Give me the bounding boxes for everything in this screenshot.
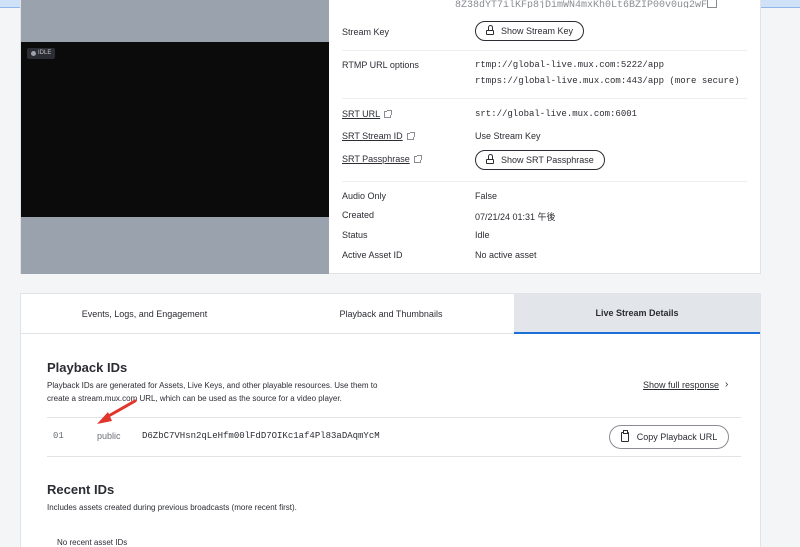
status-value: Idle [475, 230, 490, 240]
playback-ids-title: Playback IDs [47, 360, 128, 375]
lock-icon [486, 25, 494, 35]
video-screen[interactable]: IDLE [21, 42, 329, 217]
recent-ids-title: Recent IDs [47, 482, 115, 497]
rtmp-url: rtmp://global-live.mux.com:5222/app [475, 60, 665, 70]
playback-id-value: D6ZbC7VHsn2qLeHfm00lFdD7OIKc1af4Pl83aDAq… [142, 431, 380, 441]
srt-stream-id-link[interactable]: SRT Stream ID [342, 131, 415, 141]
show-srt-passphrase-button[interactable]: Show SRT Passphrase [475, 150, 605, 170]
show-full-response-link[interactable]: Show full response [643, 380, 719, 390]
playback-ids-description-1: Playback IDs are generated for Assets, L… [47, 381, 378, 390]
video-player[interactable]: IDLE [21, 0, 329, 274]
divider [342, 181, 747, 182]
srt-passphrase-link[interactable]: SRT Passphrase [342, 154, 422, 164]
external-link-icon [413, 155, 422, 163]
recent-ids-description: Includes assets created during previous … [47, 503, 297, 512]
chevron-right-icon: › [725, 379, 729, 390]
show-stream-key-button[interactable]: Show Stream Key [475, 21, 585, 41]
divider [342, 98, 747, 99]
created-value: 07/21/24 01:31 午後 [475, 212, 556, 222]
tab-playback-thumbnails[interactable]: Playback and Thumbnails [268, 294, 514, 334]
lock-icon [486, 154, 494, 164]
tab-bar: Events, Logs, and Engagement Playback an… [21, 294, 760, 334]
table-row: 01 public D6ZbC7VHsn2qLeHfm00lFdD7OIKc1a… [47, 417, 741, 457]
external-link-icon [384, 110, 393, 118]
tab-events-logs[interactable]: Events, Logs, and Engagement [21, 294, 268, 334]
status-dot-icon [31, 51, 36, 56]
details-tabs-card: Events, Logs, and Engagement Playback an… [20, 293, 761, 547]
active-asset-value: No active asset [475, 250, 537, 260]
no-recent-ids-text: No recent asset IDs [57, 538, 128, 547]
active-asset-label: Active Asset ID [342, 250, 403, 260]
playback-id-policy: public [97, 431, 121, 441]
clipboard-icon [620, 430, 629, 442]
status-label: Status [342, 230, 368, 240]
playback-ids-description-2: create a stream.mux.com URL, which can b… [47, 394, 342, 403]
status-badge: IDLE [27, 48, 56, 59]
rtmps-url: rtmps://global-live.mux.com:443/app (mor… [475, 76, 740, 86]
srt-url-link[interactable]: SRT URL [342, 109, 393, 119]
live-stream-card: IDLE 8Z38dYT7ilKFp8jDimWN4mxKh0Lt6BZIP00… [20, 0, 761, 274]
audio-only-value: False [475, 191, 498, 201]
rtmp-label: RTMP URL options [342, 60, 419, 70]
stream-key-label: Stream Key [342, 27, 390, 37]
external-link-icon [406, 132, 415, 140]
divider [342, 50, 747, 51]
playback-id-index: 01 [53, 431, 64, 441]
cut-off-value: 8Z38dYT7ilKFp8jDimWN4mxKh0Lt6BZIP00v0ug2… [455, 0, 708, 8]
created-label: Created [342, 210, 375, 220]
srt-url-value: srt://global-live.mux.com:6001 [475, 109, 638, 119]
audio-only-label: Audio Only [342, 191, 387, 201]
srt-stream-id-value: Use Stream Key [475, 131, 541, 141]
tab-live-stream-details[interactable]: Live Stream Details [514, 294, 760, 334]
copy-playback-url-button[interactable]: Copy Playback URL [609, 425, 729, 449]
copy-icon[interactable] [707, 0, 717, 8]
